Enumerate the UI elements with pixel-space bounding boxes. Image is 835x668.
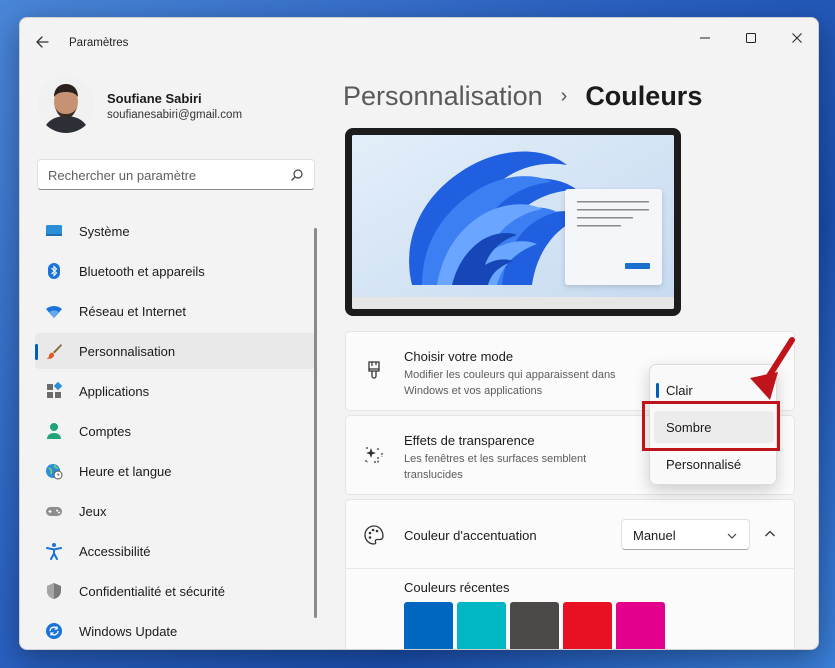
theme-preview <box>345 128 681 316</box>
maximize-button[interactable] <box>728 23 774 53</box>
mode-option-label: Clair <box>666 383 693 398</box>
paint-brush-icon <box>368 361 380 379</box>
mode-title: Choisir votre mode <box>404 349 514 364</box>
sidebar-scrollbar[interactable] <box>314 228 317 618</box>
sidebar-item-heure[interactable]: Heure et langue <box>35 453 315 489</box>
person-icon <box>47 423 61 439</box>
recent-colors-label: Couleurs récentes <box>404 580 510 595</box>
globe-clock-icon <box>46 464 63 480</box>
mode-option-label: Personnalisé <box>666 457 742 472</box>
shield-icon <box>47 583 61 599</box>
collapse-button[interactable] <box>754 518 786 550</box>
breadcrumb-parent[interactable]: Personnalisation <box>343 81 543 112</box>
annotation-highlight-box <box>642 401 780 451</box>
accessibility-icon <box>46 543 62 560</box>
transparency-title: Effets de transparence <box>404 433 535 448</box>
preview-window <box>565 189 662 285</box>
arrow-left-icon <box>36 36 49 48</box>
sidebar-item-label: Applications <box>79 384 150 399</box>
gamepad-icon <box>46 507 62 516</box>
sidebar-item-label: Bluetooth et appareils <box>79 264 205 279</box>
sidebar-item-jeux[interactable]: Jeux <box>35 493 315 529</box>
sidebar-item-comptes[interactable]: Comptes <box>35 413 315 449</box>
sidebar-item-label: Réseau et Internet <box>79 304 186 319</box>
divider <box>346 568 794 569</box>
transparency-sparkle-icon <box>365 447 383 463</box>
sidebar-item-label: Confidentialité et sécurité <box>79 584 225 599</box>
sidebar-item-label: Windows Update <box>79 624 178 639</box>
breadcrumb: Personnalisation › Couleurs <box>343 76 702 116</box>
monitor-icon <box>46 225 62 236</box>
minimize-button[interactable] <box>682 23 728 53</box>
sidebar-item-label: Système <box>79 224 130 239</box>
search-input[interactable]: Rechercher un paramètre <box>37 159 315 190</box>
search-icon <box>291 169 303 181</box>
sidebar-item-label: Accessibilité <box>79 544 151 559</box>
preview-taskbar <box>352 297 674 309</box>
settings-window: Paramètres Soufiane Sabiri soufianesabir… <box>19 17 819 650</box>
wifi-icon <box>46 305 62 318</box>
update-icon <box>46 623 62 639</box>
annotation-arrow-icon <box>750 337 795 400</box>
sidebar-item-systeme[interactable]: Système <box>35 213 315 249</box>
chevron-up-icon <box>765 530 775 537</box>
sidebar-item-reseau[interactable]: Réseau et Internet <box>35 293 315 329</box>
apps-icon <box>47 382 63 398</box>
mode-option-personnalise[interactable]: Personnalisé <box>654 448 774 480</box>
transparency-description: Les fenêtres et les surfaces semblent tr… <box>404 453 587 481</box>
avatar <box>37 75 95 133</box>
color-swatch[interactable] <box>563 602 612 649</box>
sidebar-item-label: Jeux <box>79 504 107 519</box>
back-button[interactable] <box>32 31 54 53</box>
title-bar: Paramètres <box>20 18 818 64</box>
accent-title: Couleur d'accentuation <box>404 528 537 543</box>
sidebar-item-confidentialite[interactable]: Confidentialité et sécurité <box>35 573 315 609</box>
color-swatch[interactable] <box>510 602 559 649</box>
close-icon <box>792 33 802 43</box>
sidebar-item-bluetooth[interactable]: Bluetooth et appareils <box>35 253 315 289</box>
app-title: Paramètres <box>69 37 129 49</box>
accent-color-card: Couleur d'accentuation Manuel Couleurs r… <box>345 499 795 649</box>
accent-mode-select[interactable]: Manuel <box>621 519 750 550</box>
sidebar-item-personnalisation[interactable]: Personnalisation <box>35 333 315 369</box>
bluetooth-icon <box>48 263 60 279</box>
color-swatch[interactable] <box>616 602 665 649</box>
palette-icon <box>364 525 384 545</box>
mode-description: Modifier les couleurs qui apparaissent d… <box>404 369 616 397</box>
color-swatch[interactable] <box>457 602 506 649</box>
accent-mode-value: Manuel <box>633 528 676 543</box>
maximize-icon <box>746 33 756 43</box>
color-swatch[interactable] <box>404 602 453 649</box>
search-placeholder: Rechercher un paramètre <box>48 168 197 183</box>
sidebar-item-label: Comptes <box>79 424 132 439</box>
sidebar-item-windows-update[interactable]: Windows Update <box>35 613 315 649</box>
user-email: soufianesabiri@gmail.com <box>107 109 243 121</box>
close-button[interactable] <box>774 23 818 53</box>
breadcrumb-separator: › <box>560 84 568 107</box>
preview-screen <box>352 135 674 309</box>
page-title: Couleurs <box>585 80 703 111</box>
user-name: Soufiane Sabiri <box>107 91 202 106</box>
sidebar-item-label: Personnalisation <box>79 344 176 359</box>
recent-colors <box>404 602 665 649</box>
chevron-down-icon <box>727 533 737 539</box>
minimize-icon <box>700 37 710 39</box>
brush-icon <box>46 344 62 359</box>
sidebar-item-accessibilite[interactable]: Accessibilité <box>35 533 315 569</box>
sidebar-item-applications[interactable]: Applications <box>35 373 315 409</box>
sidebar-item-label: Heure et langue <box>79 464 172 479</box>
sidebar-nav: Système Bluetooth et appareils Réseau et… <box>35 213 315 649</box>
